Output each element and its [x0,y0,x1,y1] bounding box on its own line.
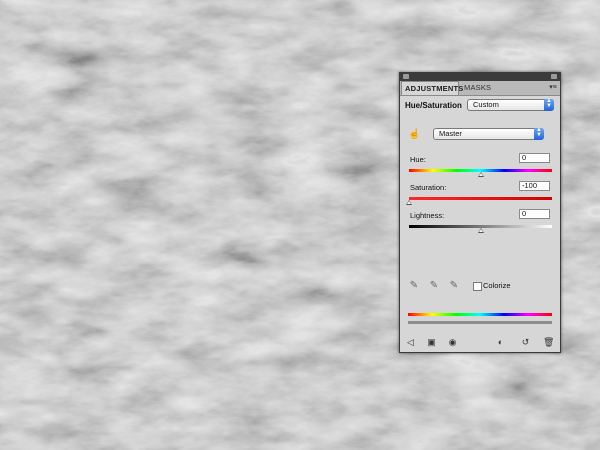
eyedropper-icon[interactable]: ✎ [409,280,419,292]
saturation-label: Saturation: [410,183,447,192]
collapse-panel-icon[interactable] [403,74,409,79]
trash-icon[interactable]: 🗑 [543,337,554,348]
channel-select[interactable]: Master ▲ ▼ [433,127,544,140]
panel-menu-icon[interactable]: ▾≡ [549,84,557,91]
panel-tabs: ADJUSTMENTS MASKS ▾≡ [400,81,560,96]
panel-titlebar[interactable] [400,73,560,81]
adjustments-panel: ADJUSTMENTS MASKS ▾≡ Hue/Saturation Cust… [399,72,561,353]
hue-slider[interactable] [409,169,552,177]
reset-icon[interactable]: ↺ [520,337,531,348]
eyedropper-minus-icon[interactable]: ✎ [449,280,459,292]
lightness-slider[interactable] [409,225,552,233]
lightness-field[interactable]: 0 [519,209,550,219]
tab-masks[interactable]: MASKS [461,81,495,95]
close-panel-icon[interactable] [551,74,557,79]
hue-field[interactable]: 0 [519,153,550,163]
visibility-eye-icon[interactable]: ◉ [447,337,458,348]
saturation-field[interactable]: -100 [519,181,550,191]
saturation-slider-thumb[interactable] [406,200,412,205]
select-arrows-icon: ▲ ▼ [534,127,544,140]
hue-slider-thumb[interactable] [477,172,484,177]
adjustment-title: Hue/Saturation [405,101,462,110]
output-color-bar [408,321,552,324]
eyedropper-plus-icon[interactable]: ✎ [429,280,439,292]
colorize-label: Colorize [483,281,511,290]
channel-value: Master [439,129,462,138]
on-image-adjust-hand-icon[interactable]: ☝ [408,129,420,141]
panel-footer: ◁ ▣ ◉ ◐ ↺ 🗑 [400,333,560,352]
saturation-slider[interactable] [406,197,552,205]
view-previous-icon[interactable]: ◐ [495,337,506,348]
lightness-label: Lightness: [410,211,445,220]
clip-to-layer-icon[interactable]: ▣ [426,337,437,348]
preset-select[interactable]: Custom ▲ ▼ [467,98,554,111]
select-arrows-icon: ▲ ▼ [544,98,554,111]
back-arrow-icon[interactable]: ◁ [405,337,416,348]
input-color-bar [408,313,552,316]
colorize-checkbox[interactable] [473,282,482,291]
preset-value: Custom [473,100,499,109]
hue-label: Hue: [410,155,426,164]
tab-adjustments[interactable]: ADJUSTMENTS [401,81,463,95]
lightness-slider-thumb[interactable] [477,228,484,233]
